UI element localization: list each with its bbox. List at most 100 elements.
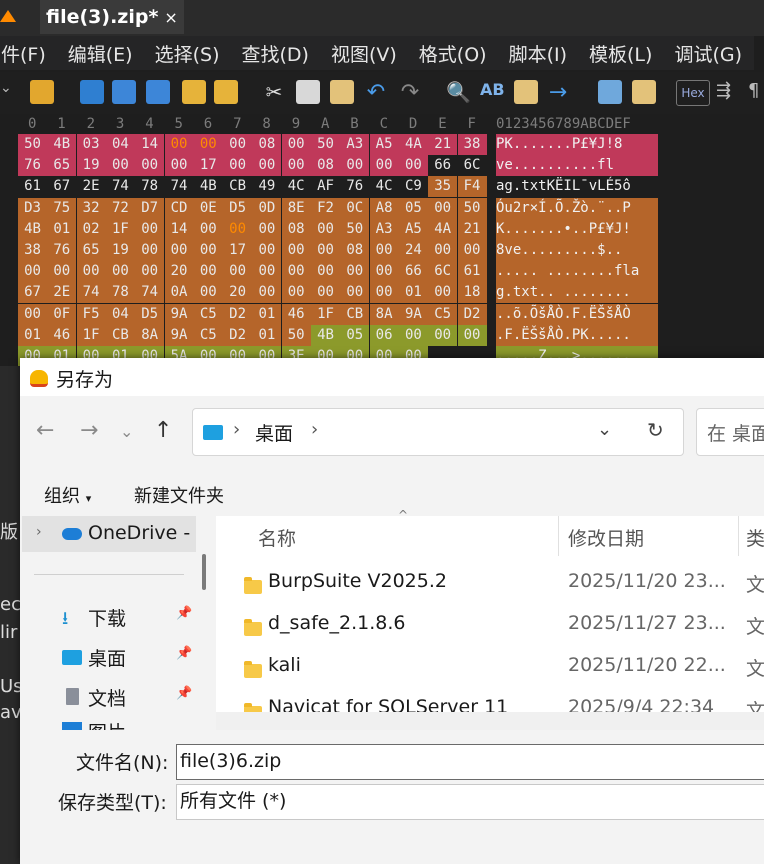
hex-byte[interactable]: 00 — [281, 155, 311, 177]
hex-byte[interactable]: 72 — [105, 197, 135, 219]
hex-byte[interactable]: AF — [311, 176, 340, 198]
hex-byte[interactable]: 01 — [18, 324, 47, 346]
list-item[interactable]: kali 2025/11/20 22... 文 — [216, 648, 764, 688]
hex-byte[interactable]: 18 — [457, 282, 487, 304]
hex-byte[interactable]: 00 — [398, 324, 428, 346]
hex-byte[interactable]: 74 — [76, 282, 106, 304]
hex-byte[interactable]: 76 — [18, 155, 47, 177]
hex-row[interactable]: 00 0F F5 04 D5 9A C5 D2 01 46 1F CB 8A 9A C5 D2 — [18, 303, 488, 325]
hex-byte[interactable]: 00 — [223, 134, 253, 155]
replace-icon[interactable]: AB — [480, 80, 505, 104]
hex-byte[interactable]: 17 — [223, 240, 253, 261]
hex-byte[interactable]: 00 — [193, 218, 223, 240]
column-header-name[interactable]: 名称 — [258, 524, 296, 551]
hex-byte[interactable]: D2 — [223, 303, 253, 325]
save-icon[interactable] — [80, 80, 104, 104]
save-all-icon[interactable] — [146, 80, 170, 104]
hex-byte[interactable]: 24 — [398, 240, 428, 261]
hex-byte[interactable]: CB — [105, 324, 135, 346]
goto-icon[interactable]: → — [546, 80, 570, 105]
hex-byte[interactable]: 76 — [47, 240, 77, 261]
hex-row[interactable]: 00 00 00 00 00 20 00 00 00 00 00 00 00 66 6C 61 — [18, 261, 488, 283]
hex-byte[interactable]: 61 — [18, 176, 47, 198]
hex-byte[interactable]: 4B — [47, 134, 77, 155]
menu-select[interactable]: 选择(S) — [144, 40, 231, 67]
ascii-row[interactable]: ve..........fl — [496, 155, 658, 177]
hex-byte[interactable]: 01 — [252, 324, 282, 346]
pin-icon[interactable]: 📌 — [176, 606, 192, 621]
hex-byte[interactable]: 00 — [369, 240, 399, 261]
chevron-down-icon[interactable]: ⌄ — [0, 80, 20, 104]
ascii-row[interactable]: 8ve.........$.. — [496, 240, 658, 261]
hex-byte[interactable]: 0C — [340, 197, 370, 219]
find-in-files-icon[interactable] — [514, 80, 538, 104]
hex-byte[interactable]: 50 — [457, 197, 487, 219]
hex-byte[interactable]: 21 — [428, 134, 458, 155]
hex-byte[interactable]: 17 — [193, 155, 223, 177]
hex-byte[interactable]: 00 — [369, 282, 399, 304]
hex-byte[interactable]: 00 — [193, 261, 223, 283]
hex-byte[interactable]: 8A — [135, 324, 165, 346]
hex-byte[interactable]: 46 — [281, 303, 311, 325]
hex-byte[interactable]: CB — [340, 303, 370, 325]
hex-byte[interactable]: 35 — [428, 176, 458, 198]
ascii-view[interactable]: 0123456789ABCDEF PK.......P£¥J!8 ve......… — [496, 116, 658, 367]
hex-byte[interactable]: A3 — [369, 218, 399, 240]
hex-byte[interactable]: 0A — [164, 282, 194, 304]
hex-byte[interactable]: 00 — [76, 261, 106, 283]
hex-byte[interactable]: 00 — [311, 261, 340, 283]
hex-byte[interactable]: CD — [164, 197, 194, 219]
hex-byte[interactable]: 00 — [457, 324, 487, 346]
hex-byte[interactable]: 00 — [252, 240, 282, 261]
hex-byte[interactable]: 74 — [105, 176, 135, 198]
hex-byte[interactable]: D2 — [457, 303, 487, 325]
hex-byte[interactable]: 66 — [398, 261, 428, 283]
tab-close-icon[interactable]: × — [164, 8, 177, 27]
hex-byte[interactable]: 00 — [311, 282, 340, 304]
undo-icon[interactable]: ↶ — [364, 80, 388, 105]
hex-byte[interactable]: F5 — [76, 303, 106, 325]
menu-script[interactable]: 脚本(I) — [498, 40, 578, 67]
hex-byte[interactable]: 02 — [76, 218, 106, 240]
column-header-modified[interactable]: 修改日期 — [568, 524, 644, 551]
hex-byte[interactable]: 00 — [457, 240, 487, 261]
hex-byte[interactable]: 00 — [311, 218, 340, 240]
ascii-row[interactable]: .F.ËŠšÅÒ.PK..... — [496, 324, 658, 346]
up-arrow-icon[interactable]: ↑ — [154, 418, 172, 443]
hex-byte[interactable]: 08 — [252, 134, 282, 155]
save-as-icon[interactable] — [112, 80, 136, 104]
hex-byte[interactable]: D7 — [135, 197, 165, 219]
hex-byte[interactable]: 00 — [223, 218, 253, 240]
ascii-row[interactable]: ag.txtKËIL¯vLÉ5ô — [496, 176, 658, 198]
hex-row[interactable]: D3 75 32 72 D7 CD 0E D5 0D 8E F2 0C A8 05 00 50 — [18, 197, 488, 219]
breadcrumb-separator-icon[interactable]: › — [311, 419, 318, 440]
hex-byte[interactable]: 4A — [398, 134, 428, 155]
ascii-row[interactable]: PK.......P£¥J!8 — [496, 134, 658, 155]
hex-byte[interactable]: 00 — [369, 261, 399, 283]
hex-byte[interactable]: 00 — [193, 282, 223, 304]
hex-byte[interactable]: 9A — [164, 324, 194, 346]
hex-byte[interactable]: 00 — [281, 282, 311, 304]
hex-byte[interactable]: F4 — [457, 176, 487, 198]
hex-byte[interactable]: 00 — [428, 282, 458, 304]
hex-byte[interactable]: 20 — [164, 261, 194, 283]
hex-byte[interactable]: 08 — [340, 240, 370, 261]
hex-byte[interactable]: A5 — [398, 218, 428, 240]
hex-byte[interactable]: 61 — [457, 261, 487, 283]
hex-byte[interactable]: 00 — [340, 261, 370, 283]
paste-icon[interactable] — [330, 80, 354, 104]
menu-debug[interactable]: 调试(G) — [663, 40, 753, 67]
hex-byte[interactable]: 65 — [47, 155, 77, 177]
hex-byte[interactable]: 67 — [18, 282, 47, 304]
folder-icon[interactable] — [182, 80, 206, 104]
pin-icon[interactable]: 📌 — [176, 686, 192, 701]
hex-byte[interactable]: 65 — [76, 240, 106, 261]
menu-find[interactable]: 查找(D) — [231, 40, 320, 67]
nav-item-onedrive[interactable]: › OneDrive - — [22, 516, 196, 552]
hex-byte[interactable]: 6C — [457, 155, 487, 177]
address-dropdown-chevron-icon[interactable]: ⌄ — [597, 419, 612, 440]
dialog-title-bar[interactable]: 另存为 — [20, 358, 764, 396]
hex-byte[interactable]: 00 — [135, 240, 165, 261]
hex-byte[interactable]: 00 — [369, 155, 399, 177]
hex-byte[interactable]: A5 — [369, 134, 399, 155]
